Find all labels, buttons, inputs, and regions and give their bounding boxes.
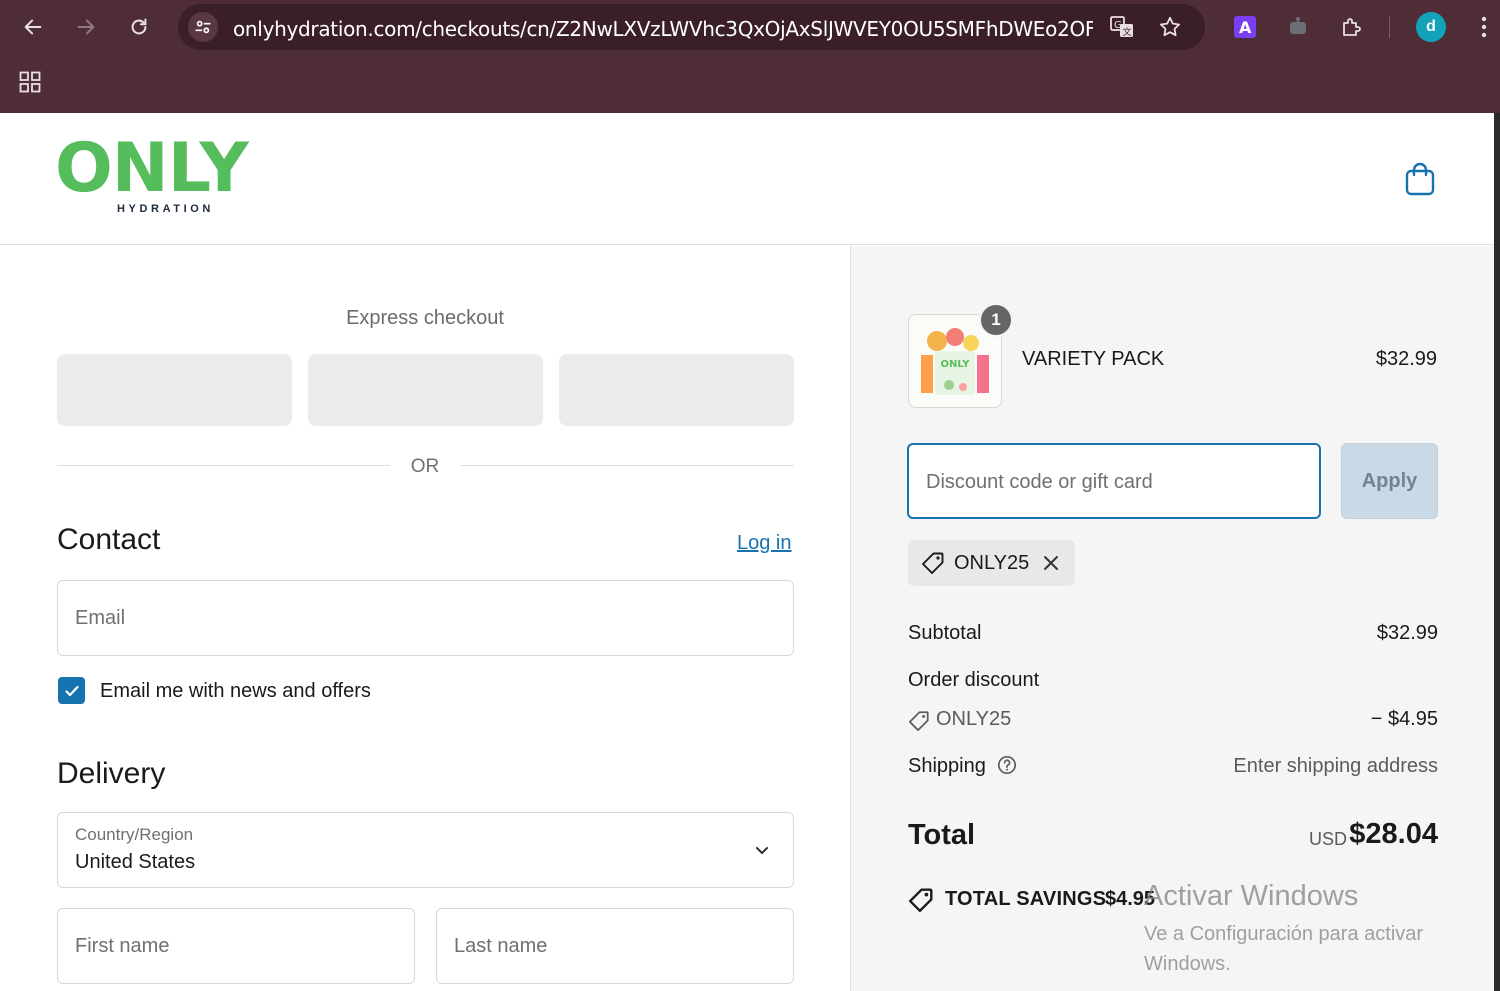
site-header: ONLY HYDRATION [0, 113, 1494, 245]
apply-button[interactable]: Apply [1341, 443, 1438, 519]
svg-text:A: A [1239, 18, 1252, 37]
discount-code-input[interactable]: Discount code or gift card [907, 443, 1321, 519]
profile-avatar[interactable]: d [1416, 12, 1446, 42]
order-summary: ONLY 1 VARIETY PACK $32.99 Discount code… [850, 246, 1494, 991]
extensions-puzzle-icon[interactable] [1339, 14, 1365, 40]
newsletter-checkbox[interactable] [58, 677, 85, 704]
total-currency: USD [1309, 829, 1348, 849]
page-scrollbar[interactable] [1494, 113, 1500, 991]
tag-icon [922, 552, 944, 574]
forward-button[interactable] [71, 12, 101, 42]
applied-code: ONLY25 [954, 552, 1030, 574]
back-button[interactable] [18, 12, 48, 42]
quantity-badge: 1 [979, 303, 1013, 337]
shipping-value: Enter shipping address [1233, 755, 1438, 777]
shopping-bag-icon[interactable] [1403, 161, 1437, 197]
order-discount-label: Order discount [908, 669, 1040, 691]
country-value: United States [75, 851, 196, 873]
total-label: Total [908, 819, 976, 851]
bookmark-star-icon[interactable] [1157, 14, 1183, 40]
first-name-field[interactable]: First name [57, 908, 415, 984]
order-discount-code: ONLY25 [936, 708, 1012, 730]
email-field[interactable]: Email [57, 580, 794, 656]
extension-a-icon[interactable]: A [1232, 14, 1258, 40]
svg-text:文: 文 [1123, 26, 1132, 38]
robot-extension-icon[interactable] [1285, 14, 1311, 40]
reload-button[interactable] [124, 12, 154, 42]
url-text[interactable]: onlyhydration.com/checkouts/cn/Z2NwLXVzL… [233, 17, 1093, 41]
apps-grid-icon[interactable] [19, 71, 41, 93]
product-name: VARIETY PACK [1022, 348, 1165, 370]
last-name-field[interactable]: Last name [436, 908, 794, 984]
country-label: Country/Region [75, 825, 194, 844]
express-pay-button-1[interactable] [57, 354, 292, 426]
reload-icon [131, 18, 147, 35]
checkout-page: ONLY HYDRATION Express checkout OR Conta… [0, 113, 1494, 991]
discount-tag-icon [908, 711, 929, 732]
svg-text:ONLY: ONLY [941, 359, 971, 370]
browser-toolbar: onlyhydration.com/checkouts/cn/Z2NwLXVzL… [0, 0, 1500, 113]
shipping-label: Shipping [908, 755, 986, 777]
newsletter-label[interactable]: Email me with news and offers [100, 680, 371, 703]
contact-heading: Contact [57, 523, 161, 556]
remove-code-icon[interactable] [1041, 553, 1061, 573]
checkout-form: Express checkout OR Contact Log in Email… [0, 246, 850, 991]
logo-subtitle: HYDRATION [117, 203, 214, 215]
order-discount-value: − $4.95 [1370, 708, 1438, 730]
login-link[interactable]: Log in [737, 532, 792, 555]
express-pay-button-2[interactable] [308, 354, 543, 426]
total-savings-label: TOTAL SAVINGS [945, 888, 1107, 910]
total-value: $28.04 [1349, 818, 1438, 850]
or-separator: OR [410, 456, 440, 477]
checkmark-icon [64, 685, 79, 696]
chevron-down-icon [756, 847, 768, 854]
savings-tag-icon [908, 888, 933, 913]
email-placeholder: Email [75, 607, 126, 629]
discount-placeholder: Discount code or gift card [926, 471, 1153, 493]
logo[interactable]: ONLY [55, 135, 249, 203]
site-settings-icon[interactable] [188, 12, 218, 42]
address-bar[interactable]: onlyhydration.com/checkouts/cn/Z2NwLXVzL… [178, 4, 1205, 50]
browser-menu-icon[interactable] [1471, 14, 1497, 40]
toolbar-divider [1389, 16, 1390, 38]
subtotal-label: Subtotal [908, 622, 982, 644]
first-name-placeholder: First name [75, 935, 170, 957]
express-pay-button-3[interactable] [559, 354, 794, 426]
express-checkout-title: Express checkout [346, 307, 504, 329]
applied-discount-tag: ONLY25 [908, 540, 1075, 586]
subtotal-value: $32.99 [1376, 622, 1438, 644]
product-price: $32.99 [1375, 348, 1437, 370]
total-savings-value: $4.95 [1105, 888, 1156, 910]
translate-icon[interactable]: G文 [1109, 14, 1135, 40]
delivery-heading: Delivery [57, 757, 166, 790]
country-select[interactable]: Country/Region United States [57, 812, 794, 888]
arrow-left-icon [24, 19, 42, 35]
help-circle-icon[interactable] [997, 755, 1017, 775]
last-name-placeholder: Last name [454, 935, 548, 957]
arrow-right-icon [77, 19, 95, 35]
